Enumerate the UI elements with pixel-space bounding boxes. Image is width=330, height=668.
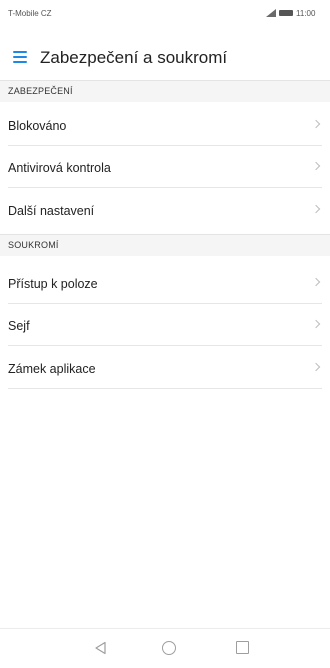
divider [8,187,322,188]
signal-icon [264,9,276,17]
list-item-more-settings[interactable]: Další nastavení [0,191,330,231]
navigation-bar [0,628,330,668]
divider [8,388,322,389]
battery-icon [279,10,293,16]
list-item-label: Antivirová kontrola [8,161,111,175]
back-triangle-icon[interactable] [94,641,108,655]
list-item-label: Přístup k poloze [8,277,98,291]
list-item-location-access[interactable]: Přístup k poloze [0,264,330,304]
page-title: Zabezpečení a soukromí [40,48,228,67]
carrier-label: T-Mobile CZ [8,8,52,18]
list-item-safe[interactable]: Sejf [0,306,330,346]
divider [8,145,322,146]
chevron-right-icon [311,277,321,287]
list-item-label: Blokováno [8,119,67,133]
hamburger-menu-icon[interactable] [13,51,27,63]
list-item-app-lock[interactable]: Zámek aplikace [0,349,330,389]
divider [8,345,322,346]
section-header-security: ZABEZPEČENÍ [0,80,330,102]
section-header-privacy: SOUKROMÍ [0,234,330,256]
list-item-label: Další nastavení [8,204,95,218]
screen: T-Mobile CZ 11:00 Zabezpečení a soukromí… [0,0,330,668]
list-item-blocked[interactable]: Blokováno [0,106,330,146]
status-icons: 11:00 [264,9,330,18]
list-item-label: Zámek aplikace [8,362,96,376]
chevron-right-icon [311,362,321,372]
chevron-right-icon [311,119,321,129]
chevron-right-icon [311,204,321,214]
list-item-antivirus[interactable]: Antivirová kontrola [0,148,330,188]
chevron-right-icon [311,161,321,171]
chevron-right-icon [311,319,321,329]
app-bar: Zabezpečení a soukromí [0,40,330,76]
clock-time: 11:00 [296,8,316,18]
status-bar: T-Mobile CZ 11:00 [0,0,330,26]
home-circle-icon[interactable] [162,641,176,655]
list-item-label: Sejf [8,319,30,333]
divider [8,303,322,304]
recents-square-icon[interactable] [236,641,249,654]
